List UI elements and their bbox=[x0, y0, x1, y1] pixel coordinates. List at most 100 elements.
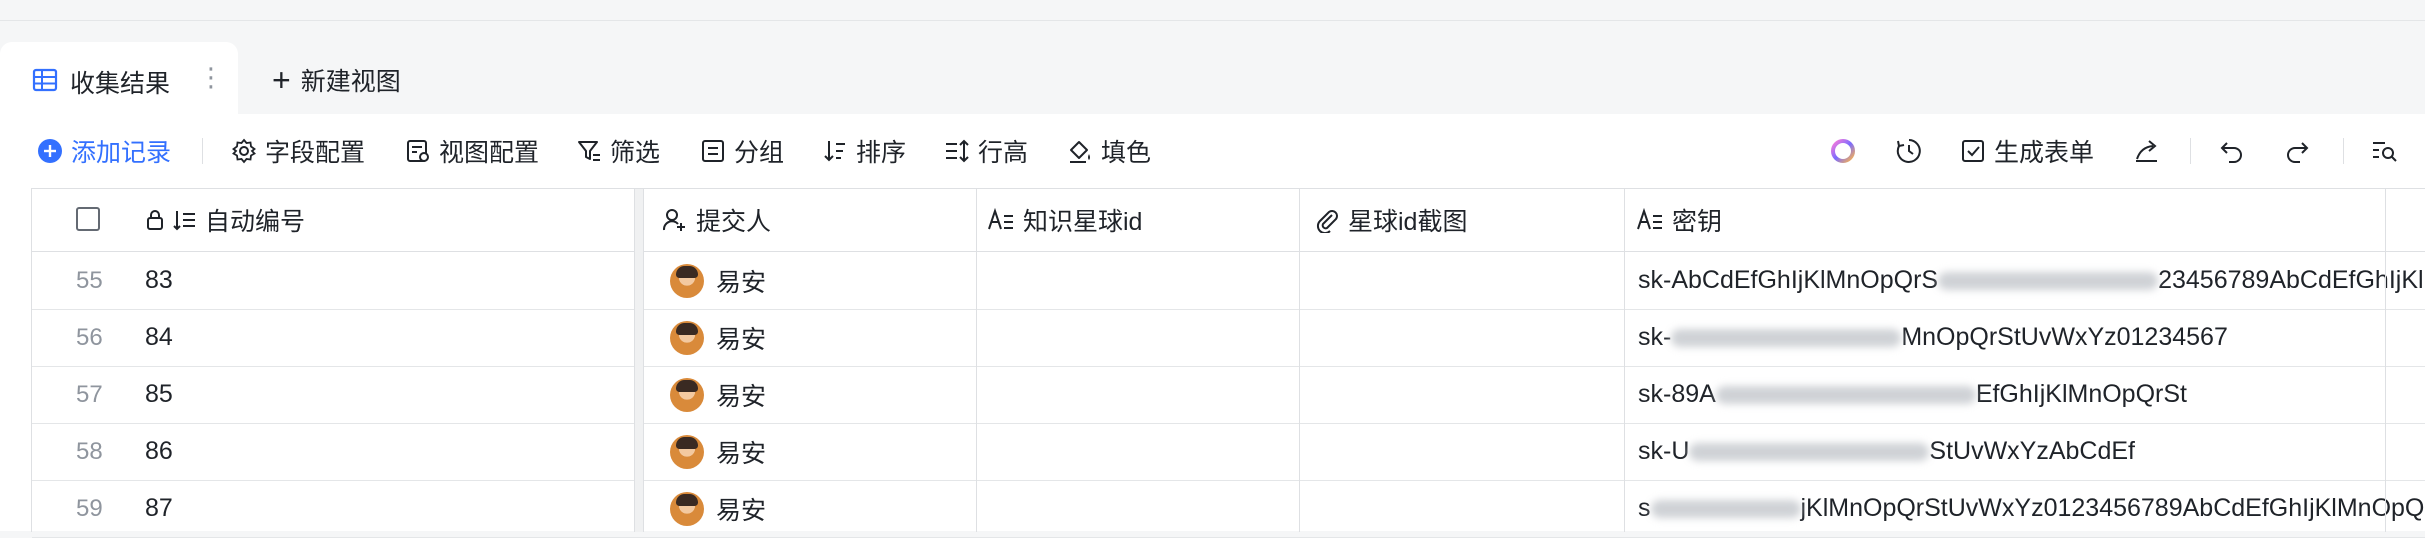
auto-id-cell[interactable]: 85 bbox=[145, 366, 173, 423]
auto-id-cell[interactable]: 83 bbox=[145, 252, 173, 309]
add-circle-icon bbox=[37, 138, 63, 164]
field-config-button[interactable]: 字段配置 bbox=[231, 134, 365, 168]
filter-button[interactable]: 筛选 bbox=[576, 134, 660, 168]
view-tabs: 收集结果 ⋮ + 新建视图 bbox=[0, 38, 2425, 114]
more-vertical-icon[interactable]: ⋮ bbox=[198, 62, 224, 93]
redaction-blur bbox=[1689, 443, 1929, 461]
submitter-cell[interactable]: 易安 bbox=[670, 480, 766, 537]
secret-key-prefix: sk-U bbox=[1638, 437, 1689, 466]
history-clock-icon bbox=[1895, 137, 1923, 165]
frozen-column-divider[interactable] bbox=[634, 189, 644, 532]
secret-key-cell[interactable]: sjKlMnOpQrStUvWxYz0123456789AbCdEfGhIjKl… bbox=[1638, 480, 2425, 537]
column-header-submitter[interactable]: 提交人 bbox=[662, 189, 771, 251]
row-height-button[interactable]: 行高 bbox=[944, 134, 1028, 168]
ai-assistant-button[interactable] bbox=[1829, 134, 1865, 168]
text-field-icon bbox=[1636, 208, 1664, 232]
planet-id-cell[interactable] bbox=[987, 423, 1299, 480]
avatar bbox=[670, 378, 704, 412]
screenshot-cell[interactable] bbox=[1314, 252, 1624, 309]
secret-key-cell[interactable]: sk-89A EfGhIjKlMnOpQrSt bbox=[1638, 366, 2187, 423]
gear-icon bbox=[231, 138, 257, 164]
paint-bucket-icon bbox=[1067, 138, 1093, 164]
view-config-button[interactable]: 视图配置 bbox=[405, 134, 539, 168]
column-header-auto-id[interactable]: 自动编号 bbox=[145, 189, 305, 251]
table-row[interactable]: 5987易安sjKlMnOpQrStUvWxYz0123456789AbCdEf… bbox=[32, 480, 2425, 538]
table-row[interactable]: 5886易安sk-UStUvWxYzAbCdEf bbox=[32, 423, 2425, 481]
generate-form-button[interactable]: 生成表单 bbox=[1960, 134, 2094, 168]
new-view-label: 新建视图 bbox=[301, 62, 401, 98]
row-number: 56 bbox=[76, 309, 103, 366]
column-label: 知识星球id bbox=[1023, 202, 1142, 238]
secret-key-prefix: sk-AbCdEfGhIjKlMnOpQrS bbox=[1638, 266, 1938, 295]
group-button[interactable]: 分组 bbox=[700, 134, 784, 168]
planet-id-cell[interactable] bbox=[987, 366, 1299, 423]
secret-key-suffix: StUvWxYzAbCdEf bbox=[1929, 437, 2135, 466]
column-header-screenshot[interactable]: 星球id截图 bbox=[1314, 189, 1467, 251]
field-config-label: 字段配置 bbox=[265, 133, 365, 169]
history-button[interactable] bbox=[1895, 134, 1931, 168]
row-height-label: 行高 bbox=[978, 133, 1028, 169]
view-config-label: 视图配置 bbox=[439, 133, 539, 169]
screenshot-cell[interactable] bbox=[1314, 309, 1624, 366]
sort-icon bbox=[822, 138, 848, 164]
column-label: 自动编号 bbox=[205, 202, 305, 238]
screenshot-cell[interactable] bbox=[1314, 423, 1624, 480]
tab-collection-results[interactable]: 收集结果 ⋮ bbox=[0, 42, 238, 114]
column-label: 提交人 bbox=[696, 202, 771, 238]
auto-id-cell[interactable]: 87 bbox=[145, 480, 173, 537]
sort-label: 排序 bbox=[856, 133, 906, 169]
redaction-blur bbox=[1651, 500, 1801, 518]
text-field-icon bbox=[987, 208, 1015, 232]
column-divider bbox=[976, 189, 977, 532]
redo-icon bbox=[2283, 137, 2311, 165]
secret-key-cell[interactable]: sk-AbCdEfGhIjKlMnOpQrS23456789AbCdEfGhIj… bbox=[1638, 252, 2424, 309]
secret-key-suffix: MnOpQrStUvWxYz01234567 bbox=[1901, 323, 2228, 352]
secret-key-prefix: sk-89A bbox=[1638, 380, 1716, 409]
share-icon bbox=[2133, 137, 2161, 165]
submitter-name: 易安 bbox=[716, 434, 766, 470]
sort-button[interactable]: 排序 bbox=[822, 134, 906, 168]
row-number: 57 bbox=[76, 366, 103, 423]
avatar bbox=[670, 435, 704, 469]
tab-label: 收集结果 bbox=[70, 64, 170, 100]
planet-id-cell[interactable] bbox=[987, 252, 1299, 309]
avatar bbox=[670, 264, 704, 298]
secret-key-cell[interactable]: sk-MnOpQrStUvWxYz01234567 bbox=[1638, 309, 2228, 366]
secret-key-suffix: EfGhIjKlMnOpQrSt bbox=[1976, 380, 2187, 409]
redaction-blur bbox=[1671, 329, 1901, 347]
secret-key-prefix: s bbox=[1638, 494, 1651, 523]
table-row[interactable]: 5583易安sk-AbCdEfGhIjKlMnOpQrS23456789AbCd… bbox=[32, 252, 2425, 310]
planet-id-cell[interactable] bbox=[987, 480, 1299, 537]
undo-button[interactable] bbox=[2218, 134, 2254, 168]
screenshot-cell[interactable] bbox=[1314, 366, 1624, 423]
screenshot-cell[interactable] bbox=[1314, 480, 1624, 537]
fill-color-button[interactable]: 填色 bbox=[1067, 134, 1151, 168]
lock-icon bbox=[145, 208, 165, 232]
auto-number-icon bbox=[173, 208, 197, 232]
auto-id-cell[interactable]: 86 bbox=[145, 423, 173, 480]
submitter-cell[interactable]: 易安 bbox=[670, 366, 766, 423]
column-header-secret-key[interactable]: 密钥 bbox=[1636, 189, 1722, 251]
table-row[interactable]: 56 84 易安 sk-MnOpQrStUvWxYz01234567 bbox=[32, 309, 2425, 367]
toolbar: 添加记录 字段配置 视图配置 筛选 分组 排序 行高 填色 生成表单 bbox=[0, 114, 2425, 186]
select-all-checkbox[interactable] bbox=[76, 207, 100, 231]
submitter-cell[interactable]: 易安 bbox=[670, 309, 766, 366]
auto-id-cell[interactable]: 84 bbox=[145, 309, 173, 366]
add-record-button[interactable]: 添加记录 bbox=[37, 134, 171, 168]
redo-button[interactable] bbox=[2283, 134, 2319, 168]
redaction-blur bbox=[1938, 272, 2158, 290]
group-label: 分组 bbox=[734, 133, 784, 169]
table-row[interactable]: 57 85 易安 sk-89A EfGhIjKlMnOpQrSt bbox=[32, 366, 2425, 424]
search-records-button[interactable] bbox=[2371, 134, 2407, 168]
person-add-icon bbox=[662, 207, 688, 233]
share-button[interactable] bbox=[2133, 134, 2169, 168]
planet-id-cell[interactable] bbox=[987, 309, 1299, 366]
avatar bbox=[670, 492, 704, 526]
column-divider bbox=[2385, 189, 2386, 532]
secret-key-cell[interactable]: sk-U StUvWxYzAbCdEf bbox=[1638, 423, 2135, 480]
submitter-cell[interactable]: 易安 bbox=[670, 252, 766, 309]
submitter-cell[interactable]: 易安 bbox=[670, 423, 766, 480]
new-view-button[interactable]: + 新建视图 bbox=[272, 62, 401, 98]
column-header-planet-id[interactable]: 知识星球id bbox=[987, 189, 1142, 251]
submitter-name: 易安 bbox=[716, 491, 766, 527]
